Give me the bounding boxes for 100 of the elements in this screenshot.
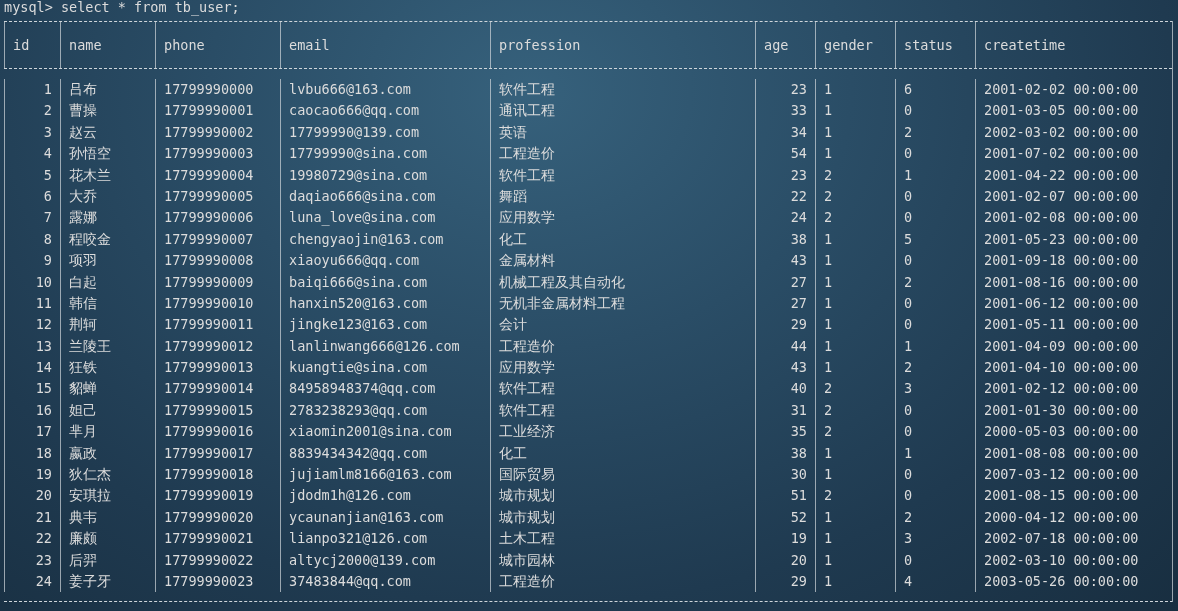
table-cell: 工程造价 [499,573,555,589]
table-cell: 2001-05-11 00:00:00 [984,316,1139,333]
table-cell: 12 [35,316,52,333]
table-cell: 机械工程及其自动化 [499,273,625,290]
table-cell: 国际贸易 [499,466,555,483]
table-cell: 3 [904,380,913,397]
table-cell: 荆轲 [69,316,97,333]
table-cell: 17799990006 [164,209,254,226]
table-cell: 1 [824,102,833,119]
table-cell: 17799990017 [164,444,254,461]
table-cell: kuangtie@sina.com [289,359,428,376]
table-cell: jingke123@163.com [289,316,428,333]
table-cell: 3 [904,530,913,547]
table-cell: 嬴政 [69,444,97,461]
table-cell: 吕布 [69,81,97,97]
table-cell: 花木兰 [69,166,111,183]
table-cell: 2 [904,359,913,376]
table-cell: 17799990012 [164,337,254,354]
table-cell: 廉颇 [69,530,97,547]
table-cell: 23 [35,551,52,568]
table-cell: 后羿 [69,551,97,568]
table-cell: 狄仁杰 [69,466,111,483]
table-cell: 1 [824,466,833,483]
table-cell: 英语 [499,123,527,140]
table-cell: 1 [824,359,833,376]
table-cell: 软件工程 [499,401,555,418]
table-cell: 孙悟空 [69,145,111,162]
table-cell: 2001-04-09 00:00:00 [984,337,1139,354]
table-cell: 17799990022 [164,551,254,568]
table-cell: xiaoyu666@qq.com [289,252,420,269]
table-cell: 妲己 [69,401,97,418]
table-cell: 2 [43,102,52,119]
table-cell: 工业经济 [499,423,555,440]
table-cell: 17799990009 [164,273,254,290]
table-cell: 软件工程 [499,380,555,397]
table-cell: 17799990019 [164,487,254,504]
table-cell: 0 [904,145,913,162]
table-cell: 姜子牙 [69,573,111,589]
table-cell: 0 [904,466,913,483]
table-cell: 17799990010 [164,294,254,311]
table-cell: 17799990000 [164,81,254,97]
table-cell: 19980729@sina.com [289,166,428,183]
table-cell: 0 [904,187,913,204]
table-cell: 赵云 [69,123,97,140]
table-cell: 2003-05-26 00:00:00 [984,573,1139,589]
table-cell: chengyaojin@163.com [289,230,444,247]
table-cell: baiqi666@sina.com [289,273,428,290]
column-header: createtime [984,37,1066,53]
table-cell: 0 [904,487,913,504]
table-cell: 0 [904,252,913,269]
table-cell: 2001-06-12 00:00:00 [984,294,1139,311]
table-cell: 1 [824,316,833,333]
table-cell: 14 [35,359,52,376]
table-cell: 化工 [499,444,527,461]
table-cell: 13 [35,337,52,354]
table-cell: 17799990004 [164,166,254,183]
table-cell: 40 [790,380,807,397]
column-header: status [904,37,953,53]
table-cell: jdodm1h@126.com [289,487,411,504]
table-cell: 4 [904,573,913,589]
table-cell: 2001-02-02 00:00:00 [984,81,1139,97]
table-cell: 露娜 [69,209,97,226]
table-cell: 17799990002 [164,123,254,140]
table-cell: 2 [904,508,913,525]
table-cell: 2000-04-12 00:00:00 [984,508,1139,525]
table-cell: 0 [904,294,913,311]
table-cell: 0 [904,209,913,226]
table-cell: caocao666@qq.com [289,102,420,119]
table-cell: ycaunanjian@163.com [289,508,444,525]
table-cell: 1 [824,573,833,589]
table-cell: 16 [35,401,52,418]
column-header: email [289,37,330,53]
table-cell: 2001-01-30 00:00:00 [984,401,1139,418]
column-header: profession [499,37,581,53]
table-cell: 54 [790,145,807,162]
table-cell: 20 [790,551,807,568]
table-cell: 24 [790,209,807,226]
table-cell: 0 [904,551,913,568]
table-cell: 1 [824,551,833,568]
table-cell: 3 [43,123,52,140]
table-cell: 17799990@139.com [289,123,420,140]
table-cell: 2 [904,123,913,140]
table-cell: 2001-03-05 00:00:00 [984,102,1139,119]
table-cell: 33 [790,102,807,119]
table-cell: 大乔 [69,187,97,204]
table-cell: lvbu666@163.com [289,81,411,97]
table-cell: 17799990005 [164,187,254,204]
table-cell: 通讯工程 [499,102,555,119]
table-cell: 17799990008 [164,252,254,269]
table-cell: 2001-07-02 00:00:00 [984,145,1139,162]
table-cell: 22 [35,530,52,547]
table-cell: 7 [43,209,52,226]
table-cell: 2001-02-07 00:00:00 [984,187,1139,204]
table-cell: 44 [790,337,807,354]
table-cell: 17799990016 [164,423,254,440]
command-line: mysql> select * from tb_user; [4,0,241,16]
table-cell: 6 [904,81,913,97]
column-header: gender [824,37,873,53]
column-header: age [764,37,789,53]
table-cell: 27 [790,273,807,290]
